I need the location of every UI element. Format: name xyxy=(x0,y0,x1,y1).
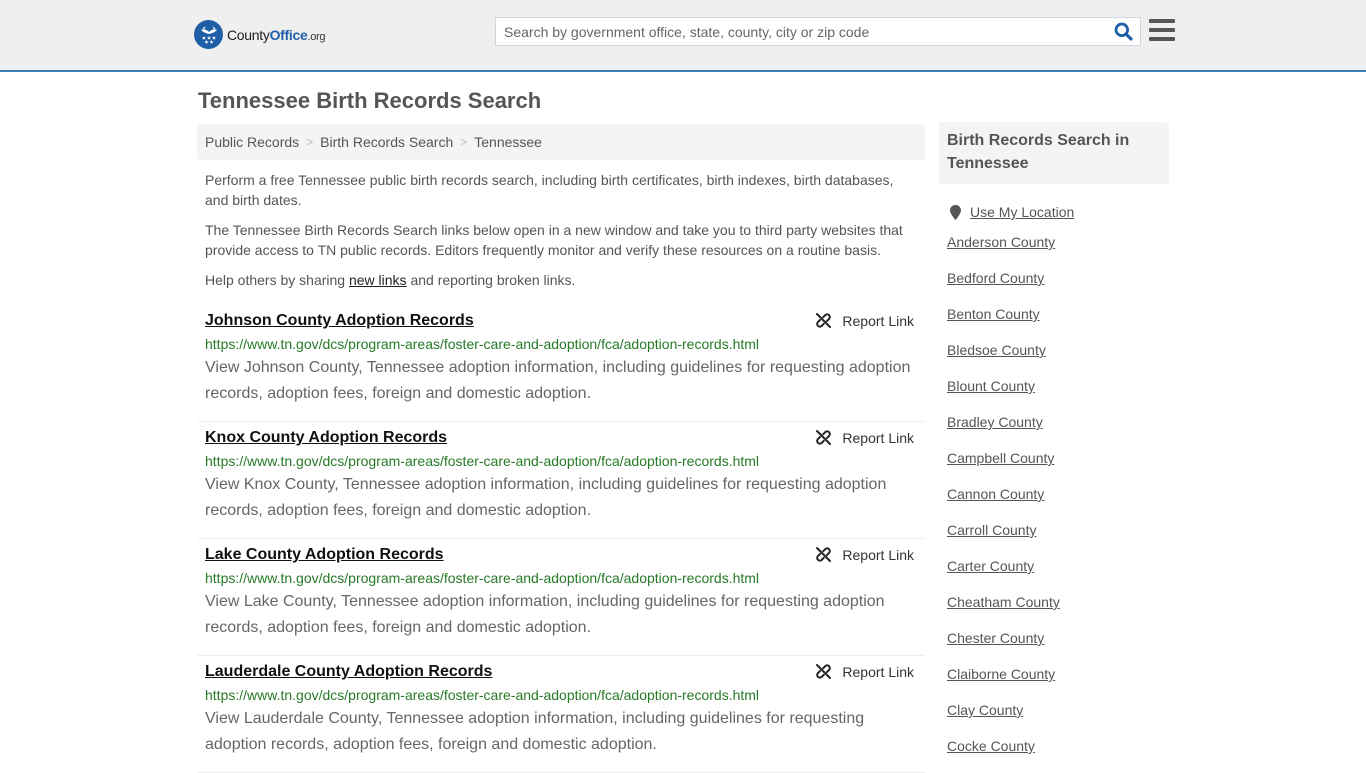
result-item: Lauderdale County Adoption Records Report… xyxy=(197,656,925,773)
county-link[interactable]: Cocke County xyxy=(947,738,1035,754)
result-description: View Lauderdale County, Tennessee adopti… xyxy=(205,710,865,753)
sidebar-title: Birth Records Search in Tennessee xyxy=(939,122,1169,184)
result-item: Lake County Adoption Records Report Link h… xyxy=(197,539,925,656)
report-link-label: Report Link xyxy=(842,312,914,329)
map-pin-icon xyxy=(950,204,961,220)
intro-text: Perform a free Tennessee public birth re… xyxy=(205,170,917,300)
county-list-item: Clay County xyxy=(947,692,1169,728)
result-title-link[interactable]: Lauderdale County Adoption Records xyxy=(205,662,492,682)
county-link[interactable]: Cheatham County xyxy=(947,594,1060,610)
county-list-item: Blount County xyxy=(947,368,1169,404)
result-url[interactable]: https://www.tn.gov/dcs/program-areas/fos… xyxy=(205,570,917,586)
county-list-item: Chester County xyxy=(947,620,1169,656)
breadcrumb-public-records[interactable]: Public Records xyxy=(205,134,299,150)
site-header: CountyOffice.org xyxy=(0,0,1366,72)
breadcrumb-separator-icon: > xyxy=(306,135,314,149)
county-link[interactable]: Chester County xyxy=(947,630,1044,646)
county-link[interactable]: Benton County xyxy=(947,306,1040,322)
county-link[interactable]: Bradley County xyxy=(947,414,1043,430)
county-list-item: Bradley County xyxy=(947,404,1169,440)
broken-link-icon xyxy=(816,313,832,328)
results-list: Johnson County Adoption Records Report Li… xyxy=(197,305,925,773)
breadcrumb-birth-records-search[interactable]: Birth Records Search xyxy=(320,134,453,150)
county-list-item: Claiborne County xyxy=(947,656,1169,692)
county-list-item: Carter County xyxy=(947,548,1169,584)
result-url[interactable]: https://www.tn.gov/dcs/program-areas/fos… xyxy=(205,453,917,469)
county-link[interactable]: Campbell County xyxy=(947,450,1054,466)
result-title-link[interactable]: Johnson County Adoption Records xyxy=(205,311,474,331)
county-list-item: Benton County xyxy=(947,296,1169,332)
county-list-item: Carroll County xyxy=(947,512,1169,548)
county-list-item: Bedford County xyxy=(947,260,1169,296)
report-link-button[interactable]: Report Link xyxy=(815,546,914,563)
broken-link-icon xyxy=(816,547,832,562)
search-icon xyxy=(1114,22,1133,41)
result-title-link[interactable]: Knox County Adoption Records xyxy=(205,428,447,448)
county-list-item: Cheatham County xyxy=(947,584,1169,620)
county-list: Anderson County Bedford County Benton Coun… xyxy=(939,224,1169,764)
page-title: Tennessee Birth Records Search xyxy=(198,88,542,113)
use-my-location: Use My Location xyxy=(939,204,1169,220)
use-my-location-link[interactable]: Use My Location xyxy=(970,204,1074,220)
county-list-item: Cocke County xyxy=(947,728,1169,764)
report-link-button[interactable]: Report Link xyxy=(815,663,914,680)
result-item: Knox County Adoption Records Report Link h… xyxy=(197,422,925,539)
county-link[interactable]: Clay County xyxy=(947,702,1023,718)
county-link[interactable]: Bedford County xyxy=(947,270,1044,286)
report-link-label: Report Link xyxy=(842,663,914,680)
county-list-item: Campbell County xyxy=(947,440,1169,476)
county-list-item: Anderson County xyxy=(947,224,1169,260)
search-bar xyxy=(495,17,1141,46)
sidebar: Birth Records Search in Tennessee Use My… xyxy=(939,122,1169,764)
county-link[interactable]: Carroll County xyxy=(947,522,1036,538)
hamburger-menu-icon[interactable] xyxy=(1149,19,1175,43)
report-link-button[interactable]: Report Link xyxy=(815,429,914,446)
result-url[interactable]: https://www.tn.gov/dcs/program-areas/fos… xyxy=(205,687,917,703)
county-link[interactable]: Carter County xyxy=(947,558,1034,574)
site-logo[interactable]: CountyOffice.org xyxy=(194,20,326,49)
search-input[interactable] xyxy=(496,18,1106,45)
county-list-item: Cannon County xyxy=(947,476,1169,512)
result-description: View Johnson County, Tennessee adoption … xyxy=(205,359,911,402)
county-link[interactable]: Bledsoe County xyxy=(947,342,1046,358)
result-url[interactable]: https://www.tn.gov/dcs/program-areas/fos… xyxy=(205,336,917,352)
result-title-link[interactable]: Lake County Adoption Records xyxy=(205,545,444,565)
intro-paragraph-3: Help others by sharing new links and rep… xyxy=(205,272,576,288)
result-item: Johnson County Adoption Records Report Li… xyxy=(197,305,925,422)
county-link[interactable]: Claiborne County xyxy=(947,666,1055,682)
result-description: View Lake County, Tennessee adoption inf… xyxy=(205,593,885,636)
county-link[interactable]: Cannon County xyxy=(947,486,1044,502)
report-link-label: Report Link xyxy=(842,429,914,446)
county-link[interactable]: Blount County xyxy=(947,378,1035,394)
breadcrumb: Public Records > Birth Records Search > … xyxy=(197,124,925,160)
result-description: View Knox County, Tennessee adoption inf… xyxy=(205,476,887,519)
county-link[interactable]: Anderson County xyxy=(947,234,1055,250)
intro-paragraph-1: Perform a free Tennessee public birth re… xyxy=(205,172,894,208)
broken-link-icon xyxy=(816,430,832,445)
logo-text: CountyOffice.org xyxy=(227,26,326,43)
report-link-label: Report Link xyxy=(842,546,914,563)
eagle-stars-badge-icon xyxy=(194,20,223,49)
search-button[interactable] xyxy=(1106,18,1140,45)
intro-paragraph-2: The Tennessee Birth Records Search links… xyxy=(205,222,903,258)
report-link-button[interactable]: Report Link xyxy=(815,312,914,329)
breadcrumb-tennessee[interactable]: Tennessee xyxy=(474,134,542,150)
county-list-item: Bledsoe County xyxy=(947,332,1169,368)
breadcrumb-separator-icon: > xyxy=(460,135,468,149)
new-links-link[interactable]: new links xyxy=(349,272,407,288)
broken-link-icon xyxy=(816,664,832,679)
